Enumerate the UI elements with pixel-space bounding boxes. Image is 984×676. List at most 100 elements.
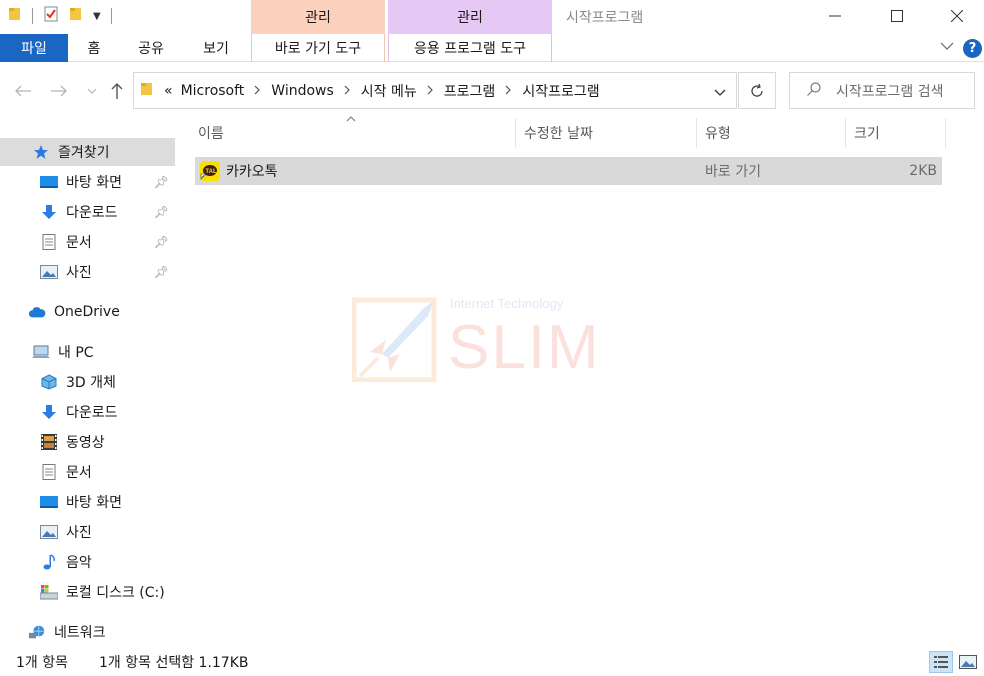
chevron-right-icon[interactable] <box>505 84 512 98</box>
column-header-type[interactable]: 유형 <box>697 118 846 148</box>
properties-icon[interactable] <box>43 6 59 26</box>
pin-icon[interactable]: 📌︎ <box>154 235 169 249</box>
selection-info: 1개 항목 선택함 1.17KB <box>99 655 249 671</box>
close-button[interactable] <box>934 0 980 32</box>
download-icon <box>40 403 58 421</box>
sidebar-item-downloads[interactable]: 다운로드 📌︎ <box>0 198 175 226</box>
pin-icon[interactable]: 📌︎ <box>154 175 169 189</box>
tab-file[interactable]: 파일 <box>0 34 68 62</box>
cloud-icon <box>28 303 46 321</box>
column-header-modified[interactable]: 수정한 날짜 <box>516 118 697 148</box>
breadcrumb-overflow[interactable]: « <box>164 83 173 99</box>
tab-application-tools[interactable]: 응용 프로그램 도구 <box>388 34 552 62</box>
sidebar-item-onedrive[interactable]: OneDrive <box>0 298 175 326</box>
document-icon <box>40 233 58 251</box>
sidebar-item-label: 3D 개체 <box>66 375 116 391</box>
new-folder-icon[interactable] <box>69 6 83 26</box>
sidebar-item-documents[interactable]: 문서 📌︎ <box>0 228 175 256</box>
minimize-button[interactable] <box>812 0 858 32</box>
pictures-icon <box>40 523 58 541</box>
sidebar-item-label: 바탕 화면 <box>66 495 122 511</box>
download-icon <box>40 203 58 221</box>
expand-ribbon-icon[interactable] <box>940 40 954 55</box>
sidebar-item-network[interactable]: 네트워크 <box>0 618 175 646</box>
large-icons-view-button[interactable] <box>956 651 980 673</box>
sidebar-item-label: 동영상 <box>66 435 105 451</box>
item-count: 1개 항목 <box>16 655 68 671</box>
details-view-button[interactable] <box>929 651 953 673</box>
film-icon <box>40 433 58 451</box>
sidebar-item-pc-downloads[interactable]: 다운로드 <box>0 398 175 426</box>
refresh-button[interactable] <box>738 72 776 109</box>
sidebar-item-music[interactable]: 음악 <box>0 548 175 576</box>
tab-share[interactable]: 공유 <box>128 34 174 62</box>
document-icon <box>40 463 58 481</box>
maximize-button[interactable] <box>874 0 920 32</box>
up-button[interactable] <box>106 78 128 104</box>
window-title: 시작프로그램 <box>566 10 644 26</box>
forward-button[interactable] <box>48 78 70 104</box>
recent-locations-button[interactable] <box>84 78 100 104</box>
sidebar-item-desktop[interactable]: 바탕 화면 📌︎ <box>0 168 175 196</box>
file-name-cell[interactable]: TALK 카카오톡 <box>200 157 278 185</box>
sidebar-item-label: 사진 <box>66 525 92 541</box>
column-header-size[interactable]: 크기 <box>846 118 946 148</box>
address-bar[interactable]: « Microsoft Windows 시작 메뉴 프로그램 시작프로그램 <box>133 72 737 109</box>
back-arrow-icon <box>15 85 31 97</box>
tab-shortcut-tools[interactable]: 바로 가기 도구 <box>251 34 385 62</box>
sidebar-item-label: 즐겨찾기 <box>58 145 110 161</box>
chevron-right-icon[interactable] <box>344 84 351 98</box>
rocket-logo-icon <box>352 297 437 382</box>
tab-view[interactable]: 보기 <box>192 34 240 62</box>
sidebar-item-label: 문서 <box>66 235 92 251</box>
breadcrumb-startup[interactable]: 시작프로그램 <box>522 81 599 101</box>
music-note-icon <box>40 553 58 571</box>
sidebar-item-label: 로컬 디스크 (C:) <box>66 585 165 601</box>
file-type: 바로 가기 <box>705 164 761 180</box>
sidebar-item-quick-access[interactable]: 즐겨찾기 <box>0 138 175 166</box>
sidebar-item-label: 네트워크 <box>54 625 106 641</box>
sidebar-item-label: 내 PC <box>58 345 94 361</box>
tab-home[interactable]: 홈 <box>76 34 112 62</box>
breadcrumb-windows[interactable]: Windows <box>271 83 334 99</box>
folder-icon[interactable] <box>8 6 22 26</box>
drive-icon <box>40 583 58 601</box>
sidebar-item-pc-desktop[interactable]: 바탕 화면 <box>0 488 175 516</box>
search-icon <box>806 81 822 101</box>
desktop-icon <box>40 493 58 511</box>
sidebar-item-label: 바탕 화면 <box>66 175 122 191</box>
maximize-icon <box>891 10 903 22</box>
watermark-subtitle: Internet Technology <box>450 296 564 311</box>
back-button[interactable] <box>12 78 34 104</box>
pin-icon[interactable]: 📌︎ <box>154 265 169 279</box>
sidebar-item-label: 다운로드 <box>66 405 118 421</box>
forward-arrow-icon <box>51 85 67 97</box>
breadcrumb-microsoft[interactable]: Microsoft <box>181 83 245 99</box>
sidebar-item-pc-documents[interactable]: 문서 <box>0 458 175 486</box>
sidebar-item-label: 다운로드 <box>66 205 118 221</box>
address-dropdown-icon[interactable] <box>714 85 726 101</box>
sidebar-item-pictures[interactable]: 사진 📌︎ <box>0 258 175 286</box>
sidebar-item-videos[interactable]: 동영상 <box>0 428 175 456</box>
chevron-right-icon[interactable] <box>254 84 261 98</box>
sidebar-item-local-disk[interactable]: 로컬 디스크 (C:) <box>0 578 175 606</box>
search-box[interactable]: 시작프로그램 검색 <box>789 72 975 109</box>
svg-text:TALK: TALK <box>205 169 220 175</box>
table-row[interactable]: TALK 카카오톡 바로 가기 2KB <box>195 157 942 185</box>
context-header-app: 관리 <box>388 0 552 34</box>
minimize-icon <box>829 15 841 17</box>
breadcrumb-programs[interactable]: 프로그램 <box>444 81 496 101</box>
chevron-right-icon[interactable] <box>427 84 434 98</box>
pin-icon[interactable]: 📌︎ <box>154 205 169 219</box>
qat-separator <box>32 8 33 24</box>
file-name: 카카오톡 <box>226 164 278 180</box>
refresh-icon <box>751 83 763 97</box>
sidebar-item-3d-objects[interactable]: 3D 개체 <box>0 368 175 396</box>
help-button[interactable]: ? <box>963 39 982 58</box>
qat-customize-icon[interactable]: ▼ <box>93 11 101 22</box>
sidebar-item-this-pc[interactable]: 내 PC <box>0 338 175 366</box>
qat-separator <box>110 8 112 24</box>
sidebar-item-pc-pictures[interactable]: 사진 <box>0 518 175 546</box>
sidebar-item-label: 문서 <box>66 465 92 481</box>
breadcrumb-start-menu[interactable]: 시작 메뉴 <box>361 81 417 101</box>
